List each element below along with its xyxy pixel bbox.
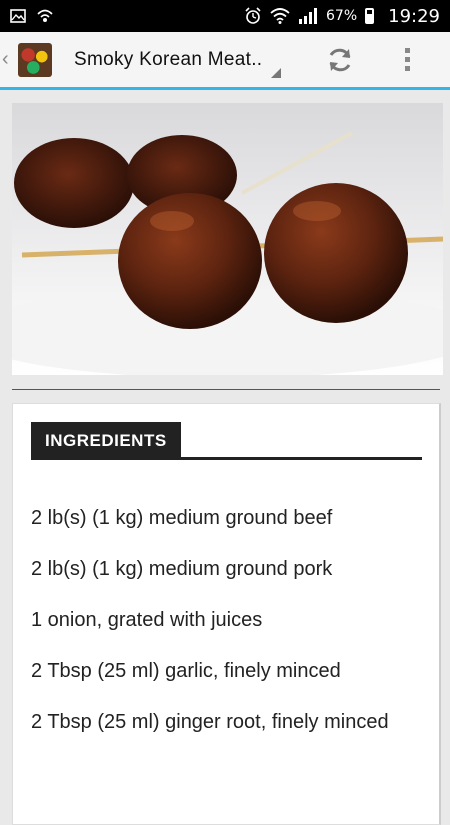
ingredients-header: INGREDIENTS: [31, 422, 422, 460]
ingredients-list: 2 lb(s) (1 kg) medium ground beef 2 lb(s…: [31, 504, 411, 759]
ingredient-item: 2 Tbsp (25 ml) garlic, finely minced: [31, 660, 341, 682]
overflow-menu-icon[interactable]: [405, 48, 410, 71]
ingredients-card: INGREDIENTS 2 lb(s) (1 kg) medium ground…: [12, 403, 441, 825]
ingredients-heading: INGREDIENTS: [31, 422, 181, 460]
battery-percent: 67%: [326, 8, 358, 24]
action-bar: ‹ Smoky Korean Meat..: [0, 32, 450, 90]
heading-underline: [31, 457, 422, 460]
status-bar-left: [10, 8, 54, 24]
meatballs-illustration: [12, 103, 443, 375]
page-title[interactable]: Smoky Korean Meat..: [74, 49, 269, 71]
clock: 19:29: [388, 5, 440, 27]
spinner-dropdown-icon[interactable]: [271, 67, 281, 78]
section-divider: [12, 389, 440, 390]
refresh-icon[interactable]: [325, 45, 355, 75]
status-bar: 67% 19:29: [0, 0, 450, 32]
recipe-photo: [12, 103, 443, 375]
image-icon: [10, 9, 26, 23]
up-chevron-icon[interactable]: ‹: [2, 48, 16, 71]
ingredient-item: 1 onion, grated with juices: [31, 609, 263, 631]
status-bar-right: 67% 19:29: [244, 6, 440, 27]
ingredient-item: 2 lb(s) (1 kg) medium ground beef: [31, 507, 333, 529]
ingredient-item: 2 lb(s) (1 kg) medium ground pork: [31, 558, 333, 580]
alarm-icon: [245, 7, 261, 24]
wifi-icon: [270, 8, 290, 24]
battery-icon: [365, 8, 375, 24]
signal-shield-icon: [37, 9, 53, 22]
app-logo[interactable]: [18, 42, 52, 77]
cell-signal-icon: [299, 8, 317, 24]
ingredient-item: 2 Tbsp (25 ml) ginger root, finely mince…: [31, 711, 389, 733]
